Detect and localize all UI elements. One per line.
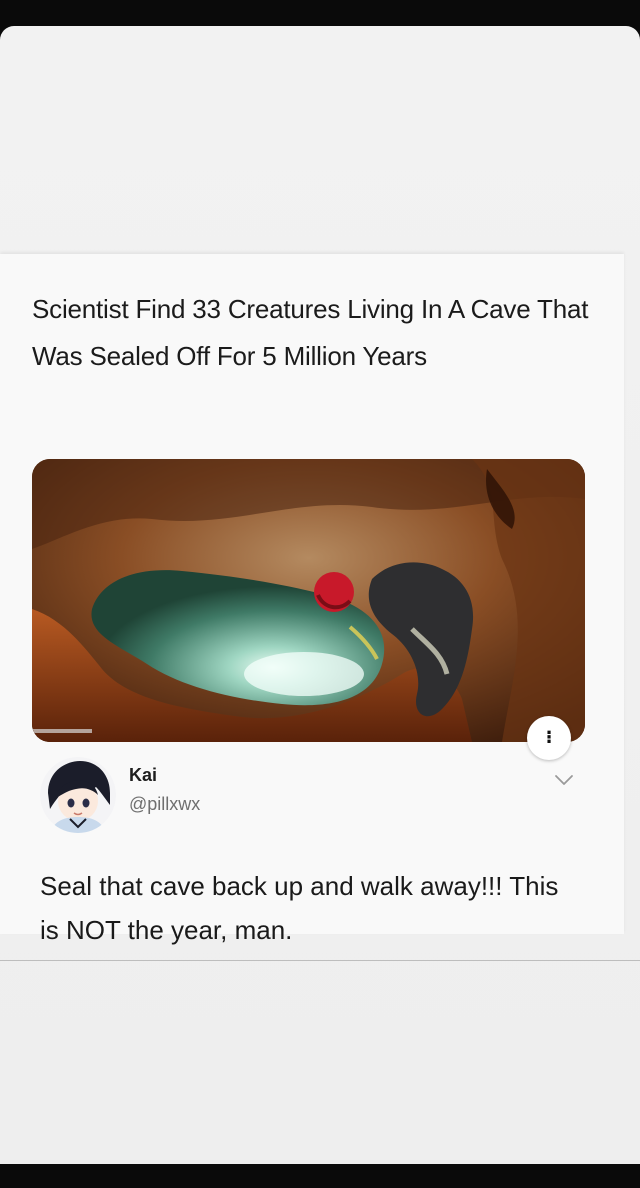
post-card: Scientist Find 33 Creatures Living In A … (0, 254, 624, 945)
divider (0, 960, 640, 961)
chevron-down-icon[interactable] (553, 773, 575, 787)
screen: Scientist Find 33 Creatures Living In A … (0, 0, 640, 1188)
user-handle[interactable]: @pillxwx (129, 794, 200, 815)
cave-photo[interactable] (32, 459, 585, 742)
tweet-text: Seal that cave back up and walk away!!! … (40, 871, 559, 945)
user-name[interactable]: Kai (129, 765, 157, 786)
cave-photo-graphic (32, 459, 585, 742)
avatar[interactable] (40, 757, 116, 833)
story-panel: Scientist Find 33 Creatures Living In A … (0, 26, 640, 1164)
article-headline: Scientist Find 33 Creatures Living In A … (32, 294, 589, 371)
avatar-illustration (40, 757, 116, 833)
more-options-icon[interactable]: ⁝ (527, 716, 571, 760)
